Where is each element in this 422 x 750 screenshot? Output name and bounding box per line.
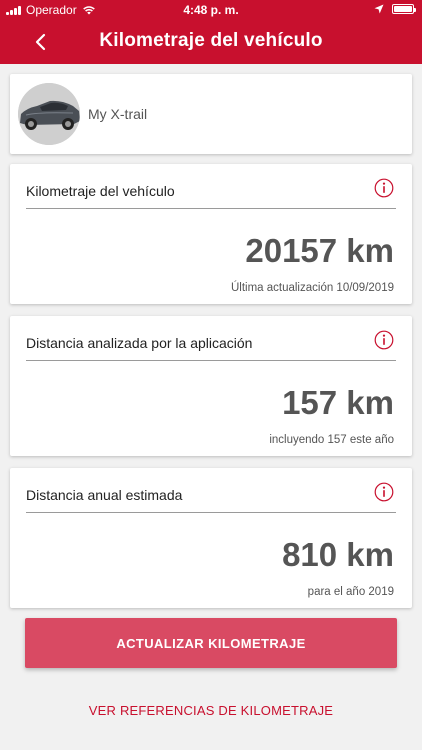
update-mileage-button[interactable]: ACTUALIZAR KILOMETRAJE	[25, 618, 397, 668]
info-icon[interactable]	[374, 482, 394, 502]
car-icon	[18, 83, 80, 145]
annual-estimate-card: Distancia anual estimada 810 km para el …	[10, 468, 412, 608]
status-right	[374, 4, 416, 14]
divider	[26, 512, 396, 513]
card-note: Última actualización 10/09/2019	[230, 282, 394, 294]
card-note: para el año 2019	[307, 586, 394, 598]
vehicle-card[interactable]: My X-trail	[10, 74, 412, 154]
location-arrow-icon	[374, 4, 384, 14]
vehicle-name: My X-trail	[88, 106, 148, 122]
mileage-references-link[interactable]: VER REFERENCIAS DE KILOMETRAJE	[0, 703, 422, 718]
status-time: 4:48 p. m.	[183, 3, 239, 17]
card-value: 810 km	[282, 536, 394, 573]
info-icon[interactable]	[374, 330, 394, 350]
card-label: Distancia analizada por la aplicación	[26, 335, 253, 351]
divider	[26, 208, 396, 209]
back-button[interactable]	[26, 28, 54, 56]
divider	[26, 360, 396, 361]
battery-icon	[392, 4, 416, 14]
chevron-left-icon	[35, 33, 46, 51]
card-label: Kilometraje del vehículo	[26, 183, 175, 199]
vehicle-avatar	[18, 83, 80, 145]
status-bar: Operador 4:48 p. m.	[0, 0, 422, 20]
card-value: 157 km	[282, 384, 394, 421]
odometer-card: Kilometraje del vehículo 20157 km Última…	[10, 164, 412, 304]
card-note: incluyendo 157 este año	[269, 434, 394, 446]
analyzed-distance-card: Distancia analizada por la aplicación 15…	[10, 316, 412, 456]
card-label: Distancia anual estimada	[26, 487, 183, 503]
app-header: Operador 4:48 p. m. Kilometraje del vehí…	[0, 0, 422, 64]
info-icon[interactable]	[374, 178, 394, 198]
page-title: Kilometraje del vehículo	[99, 30, 323, 51]
card-value: 20157 km	[245, 232, 394, 269]
